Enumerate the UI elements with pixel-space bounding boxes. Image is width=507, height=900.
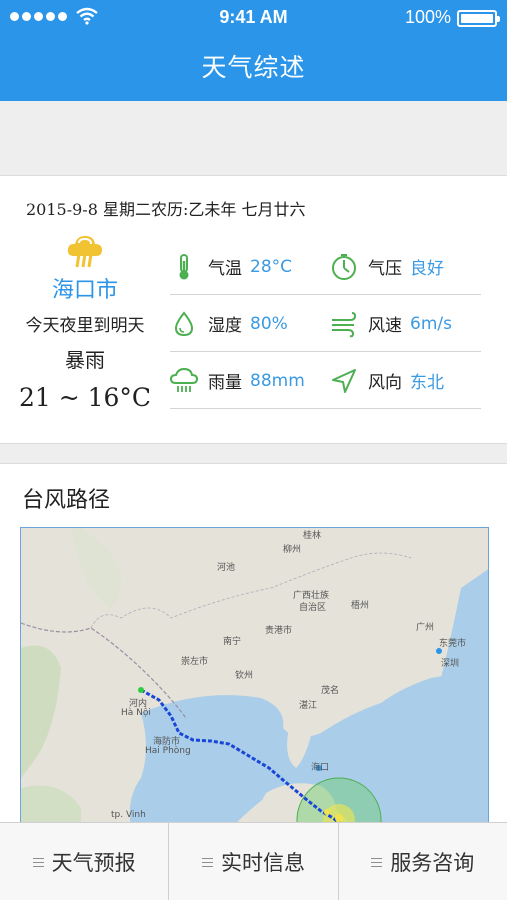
weather-summary-card: 2015-9-8 星期二农历:乙未年 七月廿六 海口市 今天夜里到明天 暴雨 2… [0, 175, 507, 444]
detail-label: 雨量 [208, 373, 242, 393]
battery-percentage: 100% [404, 7, 451, 27]
map-label: 海口 [311, 763, 330, 773]
map-label: 钦州 [235, 671, 254, 681]
map-label: 梧州 [351, 601, 370, 611]
detail-value: 80% [250, 313, 288, 334]
tab-label: 天气预报 [51, 851, 136, 875]
status-bar: 9:41 AM 100% [0, 0, 507, 36]
tab-realtime-info[interactable]: 实时信息 [169, 823, 339, 900]
detail-value: 6m/s [410, 313, 452, 334]
weather-detail-row: 气温 28°C 气压 良好 [170, 238, 481, 295]
map-label: 茂名 [321, 686, 340, 696]
detail-label: 气压 [368, 259, 402, 279]
air-pressure-item: 气压 良好 [330, 238, 444, 295]
air-temperature-item: 气温 28°C [170, 238, 292, 295]
humidity-drop-icon [174, 310, 194, 336]
detail-value: 28°C [250, 256, 293, 277]
wind-direction-arrow-icon [332, 368, 356, 393]
rain-cloud-weather-icon [67, 236, 102, 268]
pressure-gauge-icon [332, 253, 356, 280]
weather-detail-row: 湿度 80% 风速 6m/s [170, 295, 481, 352]
map-label: 南宁 [223, 637, 242, 647]
detail-value: 良好 [410, 259, 444, 279]
map-label: tp. Vinh [111, 810, 146, 820]
map-label: 柳州 [283, 545, 302, 555]
map-label: 贵港市 [265, 626, 293, 636]
detail-label: 风向 [368, 373, 402, 393]
map-label: Hà Nội [121, 708, 151, 718]
wind-speed-item: 风速 6m/s [330, 295, 452, 352]
typhoon-path-map[interactable]: 河池 柳州 桂林 广西壮族 自治区 南宁 贵港市 梧州 广州 东莞市 深圳 崇左… [20, 527, 489, 827]
forecast-period: 今天夜里到明天 [25, 316, 145, 336]
battery-icon [457, 10, 500, 27]
detail-label: 风速 [368, 316, 402, 336]
rain-cloud-icon [170, 367, 198, 392]
detail-label: 湿度 [208, 316, 242, 336]
weather-condition: 暴雨 [65, 348, 105, 372]
header: 9:41 AM 100% 天气综述 [0, 0, 507, 101]
map-label: 湛江 [299, 701, 318, 711]
detail-label: 气温 [208, 259, 242, 279]
detail-value: 88mm [250, 370, 305, 391]
map-graphic [21, 528, 488, 826]
current-weather: 海口市 今天夜里到明天 暴雨 21 ~ 16°C [0, 232, 170, 412]
map-label: Hai Phòng [145, 746, 191, 756]
tab-service-consult[interactable]: 服务咨询 [339, 823, 507, 900]
menu-icon [371, 857, 383, 867]
date-line: 2015-9-8 星期二农历:乙未年 七月廿六 [26, 200, 306, 219]
map-label: 崇左市 [181, 657, 209, 667]
bottom-tab-bar: 天气预报 实时信息 服务咨询 [0, 822, 507, 900]
detail-value: 东北 [410, 373, 444, 393]
wind-direction-item: 风向 东北 [330, 352, 444, 409]
app-screen: 9:41 AM 100% 天气综述 2015-9-8 星期二农历:乙未年 七月廿… [0, 0, 507, 900]
tab-label: 服务咨询 [390, 851, 475, 875]
temperature-range: 21 ~ 16°C [18, 383, 152, 412]
menu-icon [32, 857, 44, 867]
map-label: 自治区 [299, 603, 327, 613]
map-label: 广州 [416, 623, 435, 633]
map-label: 河池 [217, 563, 236, 573]
wind-icon [332, 311, 357, 337]
map-label: 深圳 [441, 659, 460, 669]
menu-icon [201, 857, 213, 867]
typhoon-section-title: 台风路径 [22, 488, 111, 513]
weather-detail-row: 雨量 88mm 风向 东北 [170, 352, 481, 409]
map-label: 桂林 [303, 531, 322, 541]
tab-label: 实时信息 [220, 851, 305, 875]
city-name: 海口市 [51, 278, 118, 303]
page-title: 天气综述 [201, 53, 306, 82]
map-label: 东莞市 [439, 639, 467, 649]
humidity-item: 湿度 80% [170, 295, 288, 352]
thermometer-icon [179, 253, 189, 279]
rainfall-item: 雨量 88mm [170, 352, 305, 409]
tab-weather-forecast[interactable]: 天气预报 [0, 823, 170, 900]
